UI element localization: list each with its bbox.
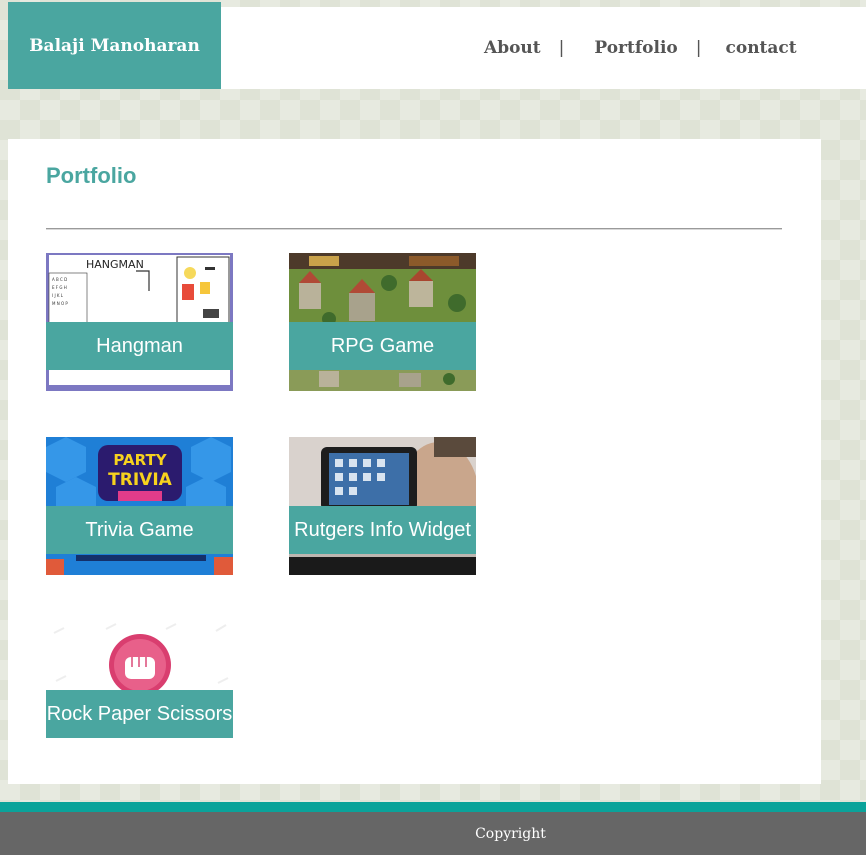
nav-separator: | xyxy=(558,38,565,58)
site-footer: Copyright xyxy=(0,812,866,855)
svg-text:I J K L: I J K L xyxy=(52,293,64,298)
project-card-trivia-game[interactable]: PARTY TRIVIA Trivia Game xyxy=(46,437,233,575)
project-label: RPG Game xyxy=(289,322,476,370)
svg-text:HANGMAN: HANGMAN xyxy=(86,258,144,271)
svg-text:PARTY: PARTY xyxy=(113,451,167,469)
project-card-rock-paper-scissors[interactable]: Rock Paper Scissors xyxy=(46,621,233,759)
portfolio-panel: Portfolio HANGMAN A B C D E F G H I J K … xyxy=(8,139,821,784)
project-label: Trivia Game xyxy=(46,506,233,554)
project-label: Rock Paper Scissors xyxy=(46,690,233,738)
nav-contact-link[interactable]: contact xyxy=(726,38,797,58)
footer-accent-bar xyxy=(0,802,866,812)
title-divider xyxy=(46,228,782,230)
nav-about-link[interactable]: About xyxy=(484,38,541,58)
project-label: Hangman xyxy=(46,322,233,370)
project-card-rutgers-info-widget[interactable]: Rutgers Info Widget xyxy=(289,437,476,575)
svg-text:E F G H: E F G H xyxy=(52,285,67,290)
svg-text:TRIVIA: TRIVIA xyxy=(108,470,172,490)
project-card-hangman[interactable]: HANGMAN A B C D E F G H I J K L M N O P … xyxy=(46,253,233,391)
nav-separator: | xyxy=(695,38,702,58)
brand-logo[interactable]: Balaji Manoharan xyxy=(8,2,221,89)
page-title: Portfolio xyxy=(46,163,137,188)
copyright-text: Copyright xyxy=(475,825,546,842)
nav-portfolio-link[interactable]: Portfolio xyxy=(594,38,677,58)
svg-text:A B C D: A B C D xyxy=(52,277,67,282)
main-nav: About | Portfolio | contact xyxy=(484,36,797,60)
site-header: Balaji Manoharan About | Portfolio | con… xyxy=(8,2,866,89)
project-label: Rutgers Info Widget xyxy=(289,506,476,554)
project-card-rpg-game[interactable]: RPG Game xyxy=(289,253,476,391)
svg-text:M N O P: M N O P xyxy=(52,301,68,306)
